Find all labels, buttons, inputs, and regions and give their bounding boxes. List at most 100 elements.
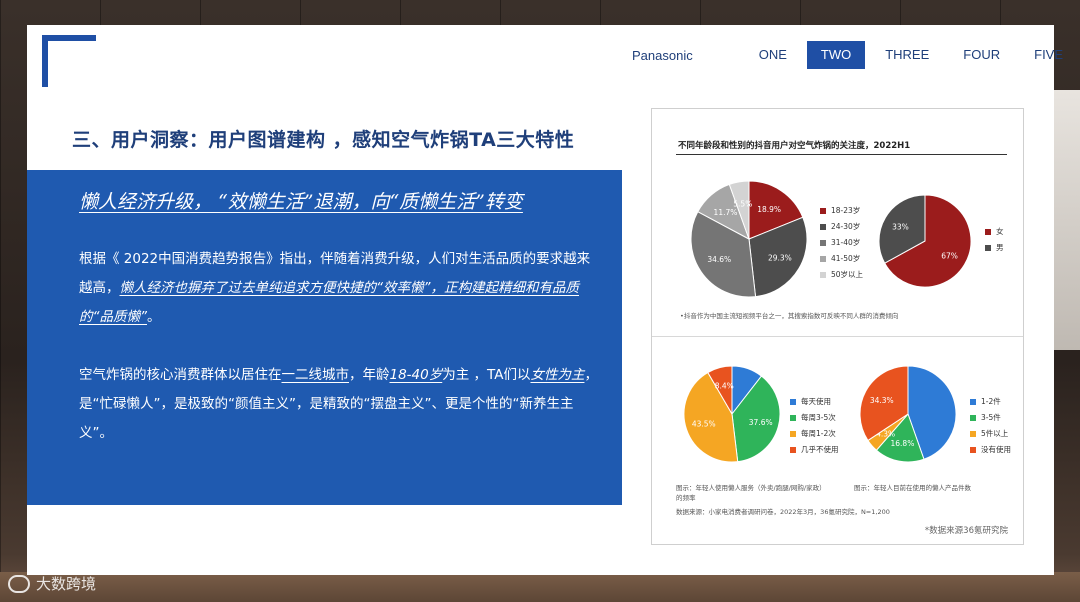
- legend-label: 5件以上: [981, 429, 1009, 438]
- watermark-logo-icon: [8, 574, 30, 593]
- pie-data-label: 43.5%: [692, 419, 716, 428]
- legend-swatch: [790, 430, 796, 437]
- nav-item-four[interactable]: FOUR: [949, 41, 1014, 69]
- legend-swatch: [790, 398, 796, 405]
- highlight-age: 18-40岁: [389, 367, 443, 383]
- paragraph-consumers-text-a: 空气炸锅的核心消费群体以居住在: [79, 367, 282, 383]
- legend-label: 女: [996, 227, 1004, 236]
- pie-data-label: 11.7%: [714, 208, 738, 217]
- legend-swatch: [970, 430, 976, 437]
- brand-label: Panasonic: [632, 47, 693, 63]
- legend-entry: 1-2件: [970, 396, 1011, 407]
- legend-swatch: [820, 239, 826, 246]
- legend-label: 1-2件: [981, 397, 1001, 406]
- pie-data-label: 33%: [892, 222, 909, 231]
- watermark: 大数跨境: [8, 573, 96, 594]
- chart-card-title: 不同年龄段和性别的抖音用户对空气炸锅的关注度，2022H1: [678, 141, 911, 151]
- nav-item-three[interactable]: THREE: [871, 41, 943, 69]
- pie-data-label: 16.8%: [891, 439, 915, 448]
- panel-subtitle: 懒人经济升级， “效懒生活”退潮，向“质懒生活”转变: [79, 191, 523, 213]
- caption-count: 图示：年轻人目前在使用的懒人产品件数: [854, 484, 971, 492]
- chart-footnote: •抖音作为中国主流短视频平台之一，其搜索指数可反映不同人群的消费倾向: [680, 312, 899, 320]
- pie-data-label: 18.9%: [757, 205, 781, 214]
- slide-title: 三、用户洞察：用户图谱建构 ，感知空气炸锅TA三大特性: [72, 129, 575, 151]
- pie-data-label: 5.5%: [733, 200, 752, 209]
- legend-label: 31-40岁: [831, 238, 861, 247]
- legend-swatch: [790, 446, 796, 453]
- legend-entry: 男: [985, 242, 1004, 253]
- legend-swatch: [970, 446, 976, 453]
- paragraph-report-end: 。: [147, 309, 161, 325]
- legend-swatch: [820, 271, 826, 278]
- background-shelf: [1052, 90, 1080, 350]
- pie-chart-count: 16.8%4.3%34.3%: [859, 365, 957, 463]
- legend-label: 没有使用: [981, 445, 1011, 454]
- legend-age: 18-23岁 24-30岁 31-40岁 41-50岁 50岁以上: [820, 205, 863, 285]
- pie-data-label: 67%: [941, 252, 958, 261]
- paragraph-consumers: 空气炸锅的核心消费群体以居住在一二线城市，年龄18-40岁为主 ，TA们以女性为…: [79, 361, 599, 448]
- legend-swatch: [790, 414, 796, 421]
- legend-label: 几乎不使用: [801, 445, 839, 454]
- legend-label: 24-30岁: [831, 222, 861, 231]
- pie-chart-gender: 67% 33%: [878, 194, 972, 288]
- watermark-text: 大数跨境: [36, 575, 97, 593]
- background-floor: [0, 572, 1080, 602]
- legend-entry: 18-23岁: [820, 205, 863, 216]
- pie-data-label: 37.6%: [749, 418, 773, 427]
- legend-label: 每周3-5次: [801, 413, 836, 422]
- legend-label: 每天使用: [801, 397, 831, 406]
- legend-label: 男: [996, 243, 1004, 252]
- pie-chart-age: 18.9% 29.3% 34.6% 11.7%5.5%: [690, 180, 808, 298]
- legend-entry: 每周3-5次: [790, 412, 839, 423]
- paragraph-report: 根据《 2022中国消费趋势报告》指出，伴随着消费升级，人们对生活品质的要求越来…: [79, 245, 599, 332]
- pie-data-label: 8.4%: [715, 381, 734, 390]
- legend-swatch: [970, 414, 976, 421]
- legend-label: 3-5件: [981, 413, 1001, 422]
- legend-label: 50岁以上: [831, 270, 864, 279]
- nav-item-one[interactable]: ONE: [745, 41, 801, 69]
- legend-swatch: [970, 398, 976, 405]
- legend-swatch: [820, 207, 826, 214]
- legend-entry: 5件以上: [970, 428, 1011, 439]
- highlight-female: 女性为主: [530, 367, 585, 383]
- legend-entry: 41-50岁: [820, 253, 863, 264]
- legend-entry: 女: [985, 226, 1004, 237]
- slide: Panasonic ONE TWO THREE FOUR FIVE 三、用户洞察…: [27, 25, 1063, 575]
- pie-data-label: 34.6%: [707, 255, 731, 264]
- legend-label: 41-50岁: [831, 254, 861, 263]
- caption-frequency: 图示：年轻人使用懒人服务（外卖/跑腿/网购/家政）的频率: [676, 484, 826, 502]
- legend-frequency: 每天使用每周3-5次 每周1-2次 几乎不使用: [790, 396, 839, 460]
- pie-data-label: 29.3%: [768, 253, 792, 262]
- legend-entry: 每天使用: [790, 396, 839, 407]
- source-note: *数据来源36氪研究院: [924, 526, 1008, 536]
- legend-swatch: [985, 228, 991, 235]
- legend-gender: 女男: [985, 226, 1004, 258]
- legend-entry: 3-5件: [970, 412, 1011, 423]
- legend-swatch: [820, 255, 826, 262]
- highlight-cities: 一二线城市: [281, 367, 350, 383]
- legend-count: 1-2件 3-5件 5件以上没有使用: [970, 396, 1011, 460]
- nav-item-five[interactable]: FIVE: [1020, 41, 1077, 69]
- chart-card: 不同年龄段和性别的抖音用户对空气炸锅的关注度，2022H1 18.9% 29.3%…: [651, 108, 1024, 545]
- legend-entry: 24-30岁: [820, 221, 863, 232]
- legend-entry: 没有使用: [970, 444, 1011, 455]
- card-divider: [652, 336, 1023, 337]
- pie-chart-frequency: 37.6% 43.5% 8.4%: [683, 365, 781, 463]
- nav-item-two[interactable]: TWO: [806, 41, 866, 69]
- text-panel: 懒人经济升级， “效懒生活”退潮，向“质懒生活”转变 根据《 2022中国消费趋…: [27, 170, 622, 505]
- title-rule: [676, 154, 1007, 155]
- paragraph-consumers-text-c: 为主 ，TA们以: [442, 367, 531, 383]
- top-nav: Panasonic ONE TWO THREE FOUR FIVE: [632, 41, 1080, 69]
- caption-source: 数据来源：小家电消费者调研问卷，2022年3月，36氪研究院，N=1,200: [676, 508, 890, 516]
- legend-entry: 31-40岁: [820, 237, 863, 248]
- legend-entry: 每周1-2次: [790, 428, 839, 439]
- legend-swatch: [820, 223, 826, 230]
- corner-bracket-decoration: [42, 35, 96, 87]
- legend-entry: 几乎不使用: [790, 444, 839, 455]
- legend-label: 18-23岁: [831, 206, 861, 215]
- pie-data-label: 34.3%: [870, 396, 894, 405]
- legend-label: 每周1-2次: [801, 429, 836, 438]
- paragraph-consumers-text-b: ，年龄: [349, 367, 390, 383]
- legend-swatch: [985, 244, 991, 251]
- legend-entry: 50岁以上: [820, 269, 863, 280]
